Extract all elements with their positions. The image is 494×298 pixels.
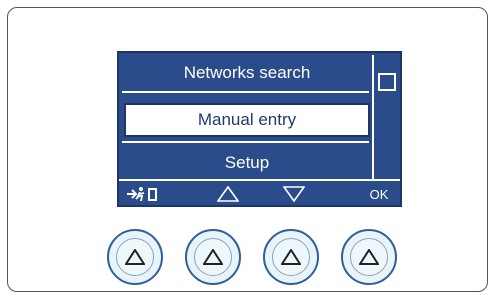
menu-item-setup[interactable]: Setup xyxy=(122,145,372,181)
softkey-button-2[interactable] xyxy=(185,229,241,285)
menu-divider xyxy=(122,91,369,93)
softkey-bar: OK xyxy=(119,179,400,205)
menu-item-networks-search[interactable]: Networks search xyxy=(122,55,372,91)
menu-item-manual-entry[interactable]: Manual entry xyxy=(124,103,370,137)
ok-label: OK xyxy=(369,186,389,202)
menu-divider xyxy=(122,141,369,143)
up-triangle-icon xyxy=(116,238,154,276)
up-triangle-icon xyxy=(272,238,310,276)
up-triangle-icon xyxy=(350,238,388,276)
scrollbar[interactable] xyxy=(372,55,398,179)
ok-softkey[interactable]: OK xyxy=(364,183,394,205)
up-triangle-icon xyxy=(194,238,232,276)
softkey-button-1[interactable] xyxy=(107,229,163,285)
down-triangle-icon[interactable] xyxy=(279,183,309,205)
device-panel: Networks search Manual entry Setup OK xyxy=(7,7,488,292)
softkey-button-4[interactable] xyxy=(341,229,397,285)
menu-item-label: Setup xyxy=(224,153,270,172)
scroll-thumb[interactable] xyxy=(378,73,396,91)
menu-item-label: Manual entry xyxy=(197,110,297,129)
exit-icon[interactable] xyxy=(123,183,163,205)
menu-item-label: Networks search xyxy=(183,63,311,82)
up-triangle-icon[interactable] xyxy=(213,183,243,205)
softkey-button-3[interactable] xyxy=(263,229,319,285)
lcd-screen: Networks search Manual entry Setup OK xyxy=(117,51,402,207)
